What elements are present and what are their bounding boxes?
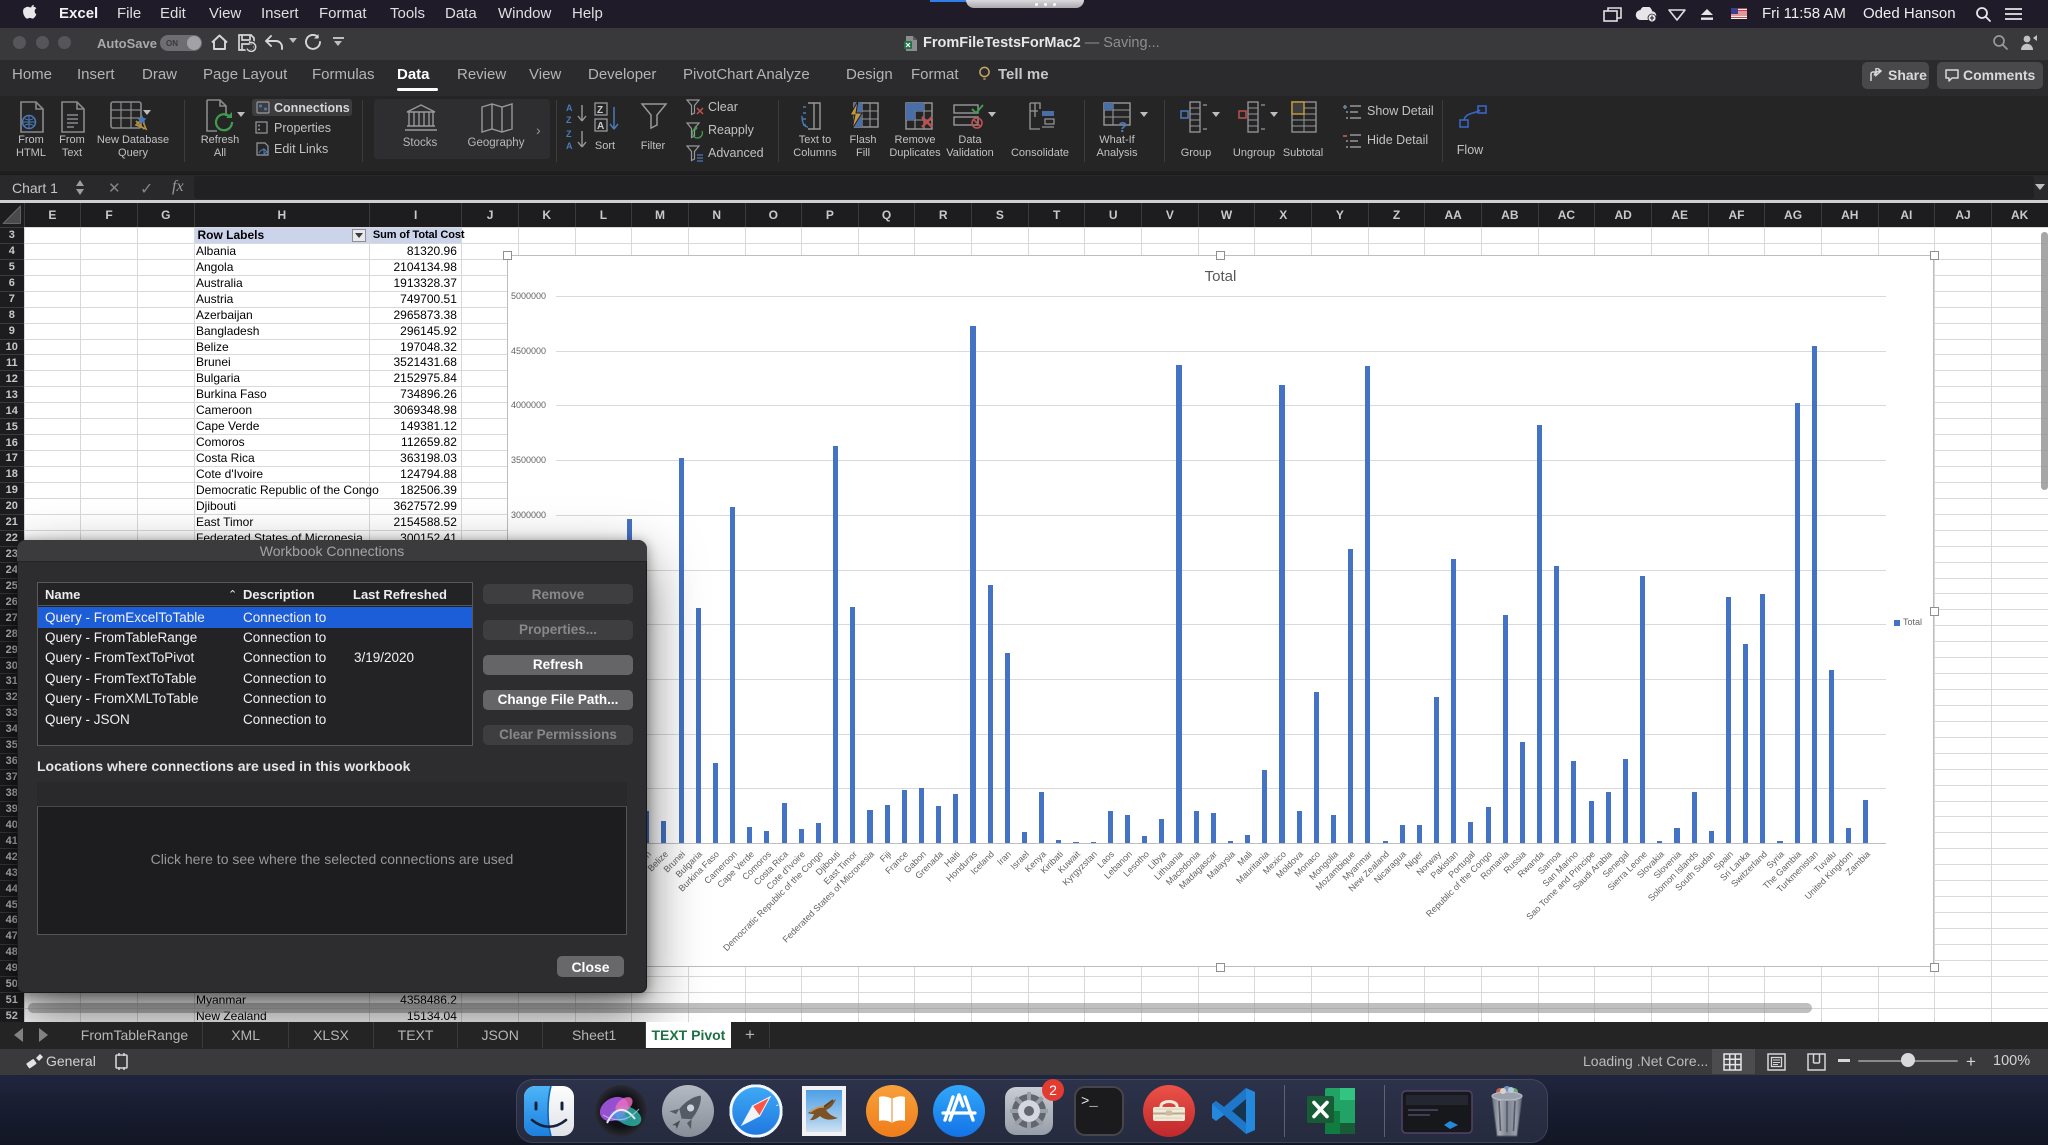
svg-text:Z: Z xyxy=(566,129,572,139)
svg-text:?: ? xyxy=(1118,119,1127,133)
svg-text:>_: >_ xyxy=(1081,1094,1098,1110)
svg-text:A: A xyxy=(566,103,573,113)
svg-text:A: A xyxy=(597,121,604,132)
svg-text:Z: Z xyxy=(597,105,603,116)
svg-text:Z: Z xyxy=(566,115,572,125)
